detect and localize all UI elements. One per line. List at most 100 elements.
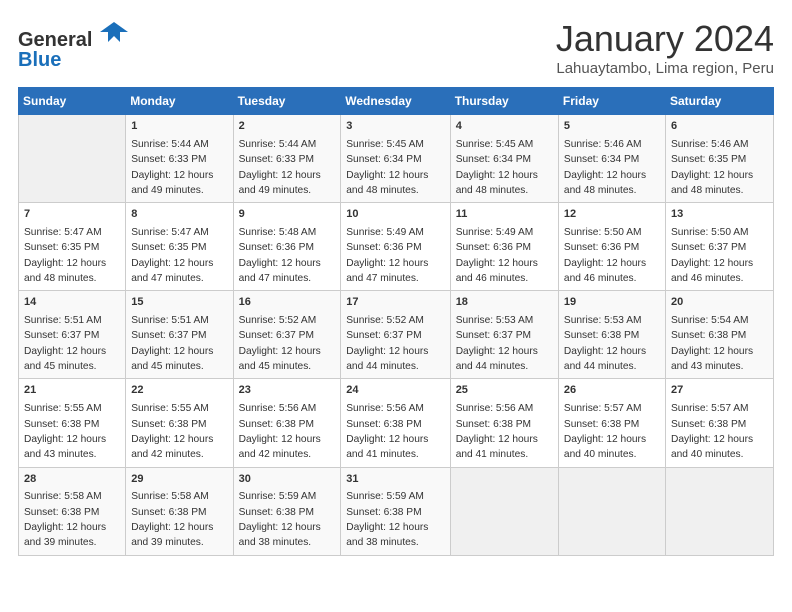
day-info: Sunrise: 5:56 AM Sunset: 6:38 PM Dayligh…: [239, 403, 321, 460]
day-info: Sunrise: 5:46 AM Sunset: 6:35 PM Dayligh…: [671, 139, 753, 196]
day-info: Sunrise: 5:57 AM Sunset: 6:38 PM Dayligh…: [671, 403, 753, 460]
day-info: Sunrise: 5:56 AM Sunset: 6:38 PM Dayligh…: [456, 403, 538, 460]
calendar-cell: 21 Sunrise: 5:55 AM Sunset: 6:38 PM Dayli…: [19, 379, 126, 467]
col-header-monday: Monday: [126, 88, 233, 115]
calendar-cell: 2Sunrise: 5:44 AM Sunset: 6:33 PM Daylig…: [233, 115, 341, 203]
day-number: 20: [671, 295, 768, 311]
month-title: January 2024: [556, 18, 774, 60]
day-number: 8: [131, 207, 227, 223]
calendar-cell: [665, 467, 773, 555]
day-info: Sunrise: 5:44 AM Sunset: 6:33 PM Dayligh…: [239, 139, 321, 196]
day-info: Sunrise: 5:55 AM Sunset: 6:38 PM Dayligh…: [131, 403, 213, 460]
day-number: 10: [346, 207, 444, 223]
day-info: Sunrise: 5:58 AM Sunset: 6:38 PM Dayligh…: [131, 491, 213, 548]
day-info: Sunrise: 5:58 AM Sunset: 6:38 PM Dayligh…: [24, 491, 106, 548]
day-number: 7: [24, 207, 120, 223]
page-header: General Blue January 2024 Lahuaytambo, L…: [18, 18, 774, 77]
col-header-saturday: Saturday: [665, 88, 773, 115]
day-number: 30: [239, 472, 336, 488]
calendar-week-5: 28 Sunrise: 5:58 AM Sunset: 6:38 PM Dayli…: [19, 467, 774, 555]
day-info: Sunrise: 5:49 AM Sunset: 6:36 PM Dayligh…: [456, 227, 538, 284]
day-number: 12: [564, 207, 660, 223]
calendar-week-2: 7 Sunrise: 5:47 AM Sunset: 6:35 PM Daylig…: [19, 203, 774, 291]
calendar-cell: 5 Sunrise: 5:46 AM Sunset: 6:34 PM Daylig…: [558, 115, 665, 203]
day-number: 15: [131, 295, 227, 311]
day-number: 26: [564, 383, 660, 399]
day-number: 11: [456, 207, 553, 223]
day-info: Sunrise: 5:53 AM Sunset: 6:37 PM Dayligh…: [456, 315, 538, 372]
day-info: Sunrise: 5:46 AM Sunset: 6:34 PM Dayligh…: [564, 139, 646, 196]
calendar-cell: [19, 115, 126, 203]
day-info: Sunrise: 5:57 AM Sunset: 6:38 PM Dayligh…: [564, 403, 646, 460]
day-number: 16: [239, 295, 336, 311]
col-header-tuesday: Tuesday: [233, 88, 341, 115]
calendar-cell: 13Sunrise: 5:50 AM Sunset: 6:37 PM Dayli…: [665, 203, 773, 291]
day-info: Sunrise: 5:51 AM Sunset: 6:37 PM Dayligh…: [131, 315, 213, 372]
day-info: Sunrise: 5:50 AM Sunset: 6:37 PM Dayligh…: [671, 227, 753, 284]
calendar-cell: 14 Sunrise: 5:51 AM Sunset: 6:37 PM Dayli…: [19, 291, 126, 379]
day-info: Sunrise: 5:55 AM Sunset: 6:38 PM Dayligh…: [24, 403, 106, 460]
calendar-header-row: SundayMondayTuesdayWednesdayThursdayFrid…: [19, 88, 774, 115]
calendar-cell: 4 Sunrise: 5:45 AM Sunset: 6:34 PM Daylig…: [450, 115, 558, 203]
logo: General Blue: [18, 18, 128, 72]
day-number: 5: [564, 119, 660, 135]
calendar-cell: 3 Sunrise: 5:45 AM Sunset: 6:34 PM Daylig…: [341, 115, 450, 203]
day-number: 17: [346, 295, 444, 311]
calendar-week-1: 1Sunrise: 5:44 AM Sunset: 6:33 PM Daylig…: [19, 115, 774, 203]
day-info: Sunrise: 5:52 AM Sunset: 6:37 PM Dayligh…: [346, 315, 428, 372]
calendar-week-3: 14 Sunrise: 5:51 AM Sunset: 6:37 PM Dayli…: [19, 291, 774, 379]
calendar-cell: 18Sunrise: 5:53 AM Sunset: 6:37 PM Dayli…: [450, 291, 558, 379]
calendar-cell: 7Sunrise: 5:47 AM Sunset: 6:35 PM Daylig…: [19, 203, 126, 291]
calendar-cell: [558, 467, 665, 555]
calendar-cell: 16 Sunrise: 5:52 AM Sunset: 6:37 PM Dayli…: [233, 291, 341, 379]
day-number: 21: [24, 383, 120, 399]
col-header-thursday: Thursday: [450, 88, 558, 115]
calendar-cell: 19 Sunrise: 5:53 AM Sunset: 6:38 PM Dayli…: [558, 291, 665, 379]
calendar-cell: 20 Sunrise: 5:54 AM Sunset: 6:38 PM Dayli…: [665, 291, 773, 379]
day-info: Sunrise: 5:53 AM Sunset: 6:38 PM Dayligh…: [564, 315, 646, 372]
calendar-cell: 9Sunrise: 5:48 AM Sunset: 6:36 PM Daylig…: [233, 203, 341, 291]
day-info: Sunrise: 5:54 AM Sunset: 6:38 PM Dayligh…: [671, 315, 753, 372]
col-header-sunday: Sunday: [19, 88, 126, 115]
day-info: Sunrise: 5:56 AM Sunset: 6:38 PM Dayligh…: [346, 403, 428, 460]
calendar-cell: 17 Sunrise: 5:52 AM Sunset: 6:37 PM Dayli…: [341, 291, 450, 379]
calendar-cell: 1Sunrise: 5:44 AM Sunset: 6:33 PM Daylig…: [126, 115, 233, 203]
logo-blue: Blue: [18, 49, 61, 71]
day-info: Sunrise: 5:49 AM Sunset: 6:36 PM Dayligh…: [346, 227, 428, 284]
day-number: 27: [671, 383, 768, 399]
day-number: 24: [346, 383, 444, 399]
calendar-cell: 10 Sunrise: 5:49 AM Sunset: 6:36 PM Dayli…: [341, 203, 450, 291]
day-info: Sunrise: 5:47 AM Sunset: 6:35 PM Dayligh…: [131, 227, 213, 284]
day-info: Sunrise: 5:52 AM Sunset: 6:37 PM Dayligh…: [239, 315, 321, 372]
day-info: Sunrise: 5:48 AM Sunset: 6:36 PM Dayligh…: [239, 227, 321, 284]
col-header-wednesday: Wednesday: [341, 88, 450, 115]
day-info: Sunrise: 5:45 AM Sunset: 6:34 PM Dayligh…: [346, 139, 428, 196]
location-subtitle: Lahuaytambo, Lima region, Peru: [556, 60, 774, 77]
day-number: 19: [564, 295, 660, 311]
day-number: 14: [24, 295, 120, 311]
day-number: 3: [346, 119, 444, 135]
calendar-cell: 27 Sunrise: 5:57 AM Sunset: 6:38 PM Dayli…: [665, 379, 773, 467]
day-number: 4: [456, 119, 553, 135]
calendar-cell: 15 Sunrise: 5:51 AM Sunset: 6:37 PM Dayli…: [126, 291, 233, 379]
calendar-cell: 25Sunrise: 5:56 AM Sunset: 6:38 PM Dayli…: [450, 379, 558, 467]
day-number: 22: [131, 383, 227, 399]
col-header-friday: Friday: [558, 88, 665, 115]
calendar-cell: 30 Sunrise: 5:59 AM Sunset: 6:38 PM Dayli…: [233, 467, 341, 555]
calendar-cell: 29 Sunrise: 5:58 AM Sunset: 6:38 PM Dayli…: [126, 467, 233, 555]
day-info: Sunrise: 5:45 AM Sunset: 6:34 PM Dayligh…: [456, 139, 538, 196]
day-number: 29: [131, 472, 227, 488]
day-info: Sunrise: 5:44 AM Sunset: 6:33 PM Dayligh…: [131, 139, 213, 196]
day-info: Sunrise: 5:51 AM Sunset: 6:37 PM Dayligh…: [24, 315, 106, 372]
day-info: Sunrise: 5:50 AM Sunset: 6:36 PM Dayligh…: [564, 227, 646, 284]
calendar-cell: 31Sunrise: 5:59 AM Sunset: 6:38 PM Dayli…: [341, 467, 450, 555]
calendar-week-4: 21 Sunrise: 5:55 AM Sunset: 6:38 PM Dayli…: [19, 379, 774, 467]
day-number: 31: [346, 472, 444, 488]
day-number: 6: [671, 119, 768, 135]
calendar-cell: 23 Sunrise: 5:56 AM Sunset: 6:38 PM Dayli…: [233, 379, 341, 467]
day-number: 23: [239, 383, 336, 399]
day-info: Sunrise: 5:59 AM Sunset: 6:38 PM Dayligh…: [239, 491, 321, 548]
calendar-cell: 11 Sunrise: 5:49 AM Sunset: 6:36 PM Dayli…: [450, 203, 558, 291]
calendar-table: SundayMondayTuesdayWednesdayThursdayFrid…: [18, 87, 774, 556]
day-number: 28: [24, 472, 120, 488]
